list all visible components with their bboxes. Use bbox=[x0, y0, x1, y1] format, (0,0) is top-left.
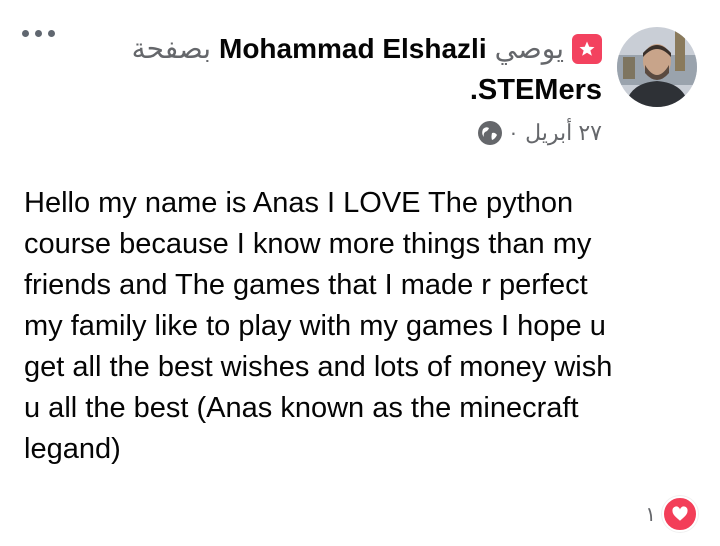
reactions-summary[interactable]: ١ bbox=[645, 496, 698, 532]
recommend-star-icon bbox=[572, 33, 602, 64]
meta-separator: · bbox=[509, 120, 518, 145]
post-header: يوصي Mohammad Elshazli بصفحة bbox=[132, 32, 602, 65]
heart-glyph bbox=[672, 506, 688, 521]
avatar[interactable] bbox=[617, 27, 697, 107]
avatar-photo bbox=[617, 27, 697, 107]
post-text: Hello my name is Anas I LOVE The python … bbox=[24, 187, 613, 465]
reaction-count: ١ bbox=[645, 503, 656, 526]
page-prefix-text: بصفحة bbox=[131, 33, 211, 64]
post-date[interactable]: ٢٧ أبريل bbox=[525, 120, 602, 146]
globe-icon[interactable] bbox=[477, 121, 502, 145]
dot bbox=[35, 30, 42, 37]
recommends-text: يوصي bbox=[494, 33, 564, 64]
love-icon bbox=[662, 496, 698, 532]
author-name[interactable]: Mohammad Elshazli bbox=[219, 33, 487, 65]
star-glyph bbox=[579, 41, 595, 56]
page-line: .STEMers bbox=[470, 74, 602, 107]
more-options-icon[interactable] bbox=[22, 30, 55, 37]
trailing-period: . bbox=[469, 74, 478, 106]
globe-glyph bbox=[478, 122, 501, 144]
dot bbox=[48, 30, 55, 37]
page-name[interactable]: STEMers bbox=[478, 74, 602, 106]
dot bbox=[22, 30, 29, 37]
post-meta: ٢٧ أبريل · bbox=[477, 120, 602, 146]
